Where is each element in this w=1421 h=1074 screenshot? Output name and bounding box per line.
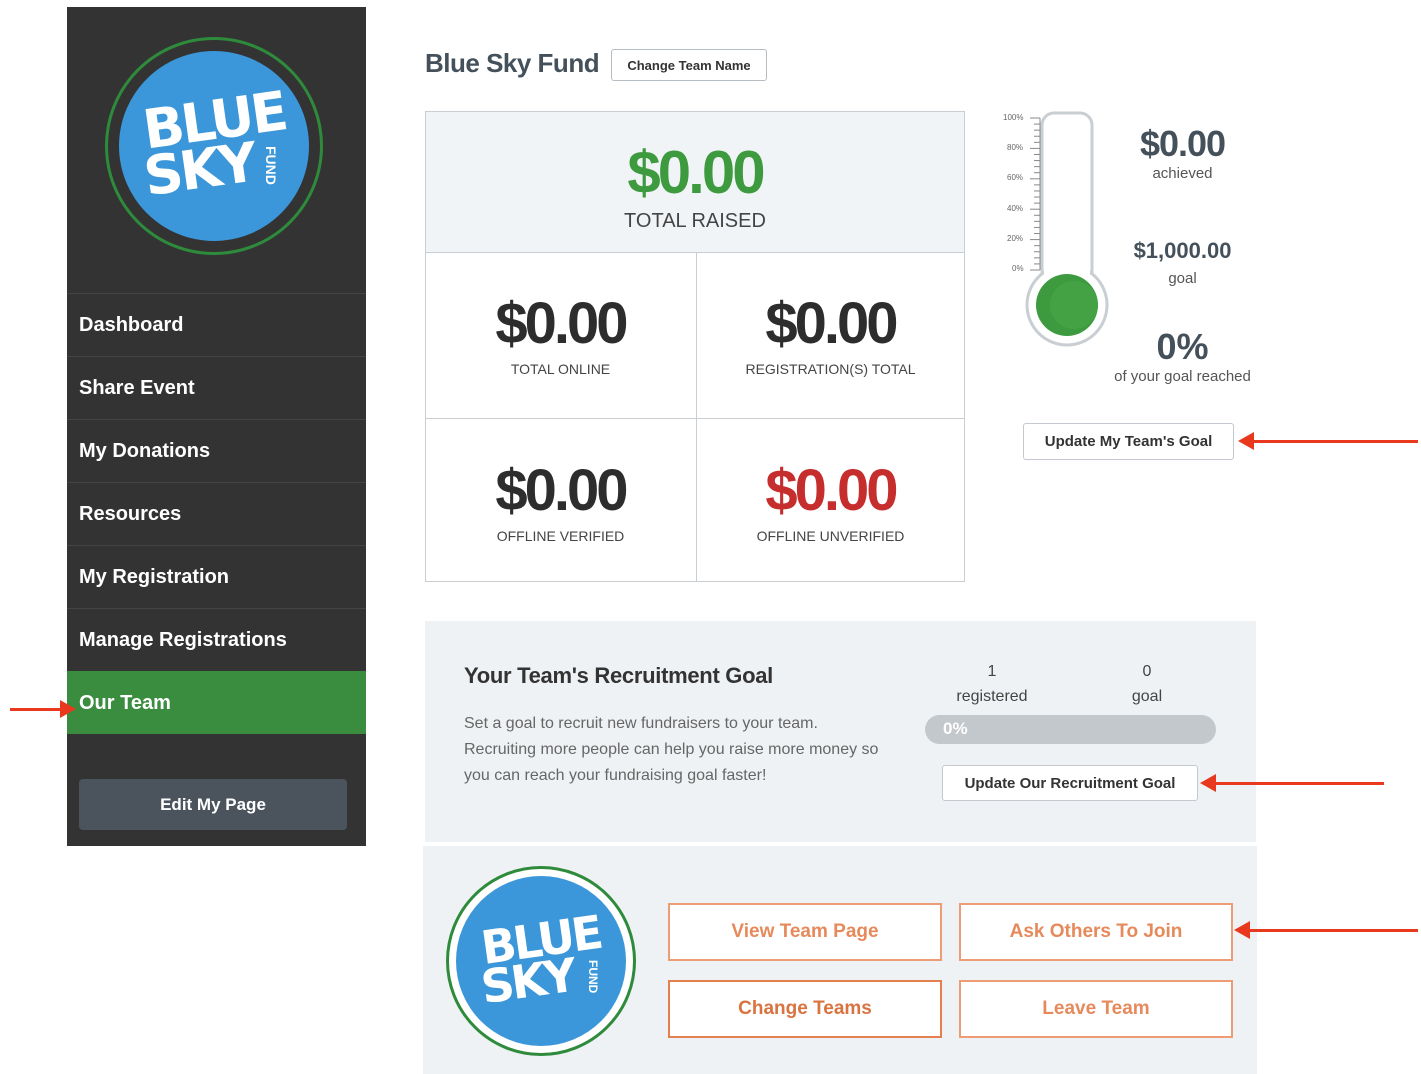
logo-disc: BLUE SKY FUND	[119, 51, 309, 241]
leave-team-button[interactable]: Leave Team	[959, 980, 1233, 1038]
sidebar-item-share-event[interactable]: Share Event	[67, 356, 366, 419]
tick-label-20: 20%	[1007, 234, 1024, 243]
team-logo-disc: BLUE SKY FUND	[456, 876, 626, 1046]
recruitment-description: Set a goal to recruit new fundraisers to…	[464, 715, 879, 784]
update-recruitment-goal-button[interactable]: Update Our Recruitment Goal	[942, 765, 1198, 801]
registered-count: 1	[987, 663, 997, 680]
change-team-name-button[interactable]: Change Team Name	[611, 49, 767, 81]
annotation-arrow-recruitment-goal	[1200, 774, 1384, 792]
sidebar: BLUE SKY FUND Dashboard Share Event My D…	[67, 7, 366, 846]
goal-label: goal	[1168, 270, 1197, 287]
annotation-arrow-ask-others	[1234, 921, 1418, 939]
offline-verified-cell: $0.00 OFFLINE VERIFIED	[426, 457, 695, 544]
registration-total-value: $0.00	[765, 291, 898, 356]
registered-label: registered	[956, 688, 1028, 705]
team-logo-text-line2: SKY	[478, 947, 578, 1015]
view-team-page-button[interactable]: View Team Page	[668, 903, 942, 961]
total-online-value: $0.00	[495, 291, 628, 356]
logo-text-side: FUND	[263, 146, 279, 185]
offline-verified-label: OFFLINE VERIFIED	[496, 528, 625, 544]
sidebar-nav: Dashboard Share Event My Donations Resou…	[67, 293, 366, 734]
team-logo: BLUE SKY FUND	[446, 866, 636, 1056]
total-online-cell: $0.00 TOTAL ONLINE	[426, 290, 695, 377]
grid-divider-horizontal	[426, 418, 964, 419]
annotation-arrow-our-team	[10, 700, 76, 718]
tick-label-80: 80%	[1007, 143, 1024, 152]
change-teams-button[interactable]: Change Teams	[668, 980, 942, 1038]
team-actions-panel: BLUE SKY FUND View Team Page Ask Others …	[423, 846, 1257, 1074]
team-logo-text-side: FUND	[586, 960, 600, 994]
achieved-label: achieved	[1152, 165, 1213, 182]
sidebar-item-my-donations[interactable]: My Donations	[67, 419, 366, 482]
tick-label-40: 40%	[1007, 204, 1024, 213]
sidebar-item-our-team[interactable]: Our Team	[67, 671, 366, 734]
percent-value: 0%	[1156, 326, 1209, 367]
registration-total-cell: $0.00 REGISTRATION(S) TOTAL	[696, 290, 965, 377]
offline-unverified-label: OFFLINE UNVERIFIED	[756, 528, 905, 544]
fundraising-stats: $0.00 TOTAL RAISED $0.00 TOTAL ONLINE $0…	[425, 111, 965, 582]
registration-total-label: REGISTRATION(S) TOTAL	[745, 361, 916, 377]
recruit-goal-count: 0	[1142, 663, 1152, 680]
page-title: Blue Sky Fund	[425, 48, 600, 78]
total-raised-value: $0.00	[627, 139, 765, 206]
total-raised-label: TOTAL RAISED	[624, 210, 766, 232]
percent-block: 0% of your goal reached	[1110, 326, 1255, 385]
update-team-goal-button[interactable]: Update My Team's Goal	[1023, 423, 1234, 460]
sidebar-item-my-registration[interactable]: My Registration	[67, 545, 366, 608]
sidebar-item-manage-registrations[interactable]: Manage Registrations	[67, 608, 366, 671]
goal-thermometer: 100% 80% 60% 40% 20% 0%	[1000, 110, 1120, 350]
percent-label: of your goal reached	[1114, 368, 1251, 385]
sidebar-item-dashboard[interactable]: Dashboard	[67, 293, 366, 356]
tick-label-100: 100%	[1003, 113, 1024, 122]
edit-my-page-button[interactable]: Edit My Page	[79, 779, 347, 830]
progress-percent: 0%	[943, 719, 968, 738]
achieved-block: $0.00 achieved	[1110, 123, 1255, 182]
tick-label-0: 0%	[1012, 264, 1024, 273]
goal-value: $1,000.00	[1133, 238, 1232, 263]
recruitment-title: Your Team's Recruitment Goal	[464, 663, 773, 688]
offline-unverified-value: $0.00	[765, 458, 898, 523]
recruitment-progress-bar: 0%	[925, 715, 1216, 744]
recruitment-goal-panel: Your Team's Recruitment Goal Set a goal …	[425, 621, 1256, 842]
total-online-label: TOTAL ONLINE	[510, 361, 611, 377]
tick-label-60: 60%	[1007, 173, 1024, 182]
recruit-goal-label: goal	[1131, 688, 1163, 705]
blue-sky-fund-logo: BLUE SKY FUND	[105, 37, 323, 255]
achieved-value: $0.00	[1139, 123, 1226, 164]
total-raised-panel: $0.00 TOTAL RAISED	[426, 112, 964, 253]
sidebar-item-resources[interactable]: Resources	[67, 482, 366, 545]
offline-verified-value: $0.00	[495, 458, 628, 523]
goal-block: $1,000.00 goal	[1110, 238, 1255, 287]
annotation-arrow-team-goal	[1238, 432, 1418, 450]
offline-unverified-cell: $0.00 OFFLINE UNVERIFIED	[696, 457, 965, 544]
logo-text-line2: SKY	[139, 130, 259, 209]
ask-others-to-join-button[interactable]: Ask Others To Join	[959, 903, 1233, 961]
